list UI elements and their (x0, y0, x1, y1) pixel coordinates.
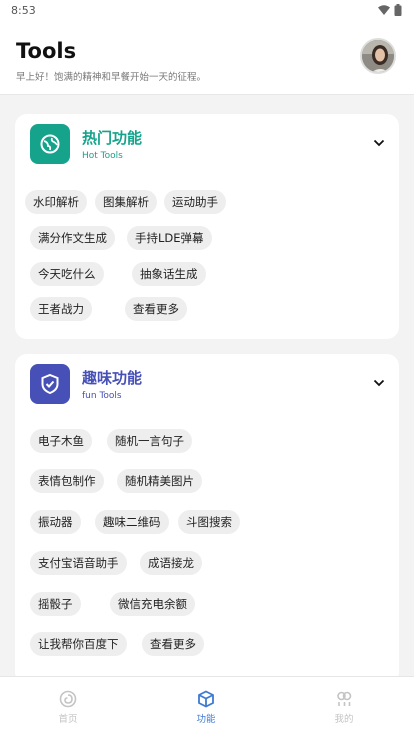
chip-sport-helper[interactable]: 运动助手 (164, 190, 226, 214)
chevron-down-icon[interactable] (372, 136, 386, 150)
chip-vibrator[interactable]: 振动器 (30, 510, 81, 534)
chip-emoji-maker[interactable]: 表情包制作 (30, 469, 104, 493)
chip-led-barrage[interactable]: 手持LDE弹幕 (127, 226, 212, 250)
shield-check-icon (30, 364, 70, 404)
chip-essay-generator[interactable]: 满分作文生成 (30, 226, 115, 250)
cube-icon (198, 690, 214, 708)
page-header: Tools 早上好！饱满的精神和早餐开始一天的征程。 (0, 20, 414, 95)
avatar[interactable] (360, 38, 396, 74)
globe-icon (30, 124, 70, 164)
avatar-photo-icon (362, 40, 394, 72)
chip-idiom-chain[interactable]: 成语接龙 (140, 551, 202, 575)
chip-what-to-eat[interactable]: 今天吃什么 (30, 262, 104, 286)
nav-mine[interactable]: 我的 (314, 690, 374, 725)
fun-tools-subtitle: fun Tools (82, 391, 122, 401)
nav-functions-label: 功能 (196, 714, 216, 725)
chip-wooden-fish[interactable]: 电子木鱼 (30, 429, 92, 453)
chip-honor-power[interactable]: 王者战力 (30, 297, 92, 321)
status-time: 8:53 (11, 3, 36, 17)
fun-tools-card: 趣味功能 fun Tools 电子木鱼 随机一言句子 表情包制作 随机精美图片 … (15, 354, 399, 676)
status-icons (378, 4, 402, 16)
battery-icon (394, 4, 402, 16)
content-area: 热门功能 Hot Tools 水印解析 图集解析 运动助手 满分作文生成 手持L… (0, 95, 414, 676)
chip-roll-dice[interactable]: 摇骰子 (30, 592, 81, 616)
bottom-nav: 首页 功能 我的 (0, 676, 414, 737)
chip-fun-qrcode[interactable]: 趣味二维码 (95, 510, 169, 534)
fun-tools-title: 趣味功能 (82, 369, 143, 387)
people-icon (337, 691, 352, 706)
hot-tools-title: 热门功能 (82, 129, 143, 147)
home-swirl-icon (59, 690, 77, 708)
greeting-text: 早上好！饱满的精神和早餐开始一天的征程。 (16, 72, 207, 83)
status-bar: 8:53 (0, 0, 414, 20)
chip-let-me-baidu[interactable]: 让我帮你百度下 (30, 632, 127, 656)
hot-tools-subtitle: Hot Tools (82, 151, 123, 161)
nav-home-label: 首页 (58, 714, 78, 725)
chip-random-picture[interactable]: 随机精美图片 (117, 469, 202, 493)
nav-mine-label: 我的 (334, 714, 354, 725)
chevron-down-icon[interactable] (372, 376, 386, 390)
chip-alipay-voice[interactable]: 支付宝语音助手 (30, 551, 127, 575)
nav-home[interactable]: 首页 (38, 690, 98, 725)
chip-gallery-parse[interactable]: 图集解析 (95, 190, 157, 214)
chip-see-more-fun[interactable]: 查看更多 (142, 632, 204, 656)
nav-functions[interactable]: 功能 (176, 690, 236, 725)
chip-meme-search[interactable]: 斗图搜索 (178, 510, 240, 534)
chip-watermark-parse[interactable]: 水印解析 (25, 190, 87, 214)
chip-random-quote[interactable]: 随机一言句子 (107, 429, 192, 453)
page-title: Tools (16, 39, 77, 63)
chip-see-more-hot[interactable]: 查看更多 (125, 297, 187, 321)
hot-tools-card: 热门功能 Hot Tools 水印解析 图集解析 运动助手 满分作文生成 手持L… (15, 114, 399, 339)
chip-abstract-text[interactable]: 抽象话生成 (132, 262, 206, 286)
wifi-icon (378, 5, 390, 15)
chip-wechat-charge[interactable]: 微信充电余额 (110, 592, 195, 616)
